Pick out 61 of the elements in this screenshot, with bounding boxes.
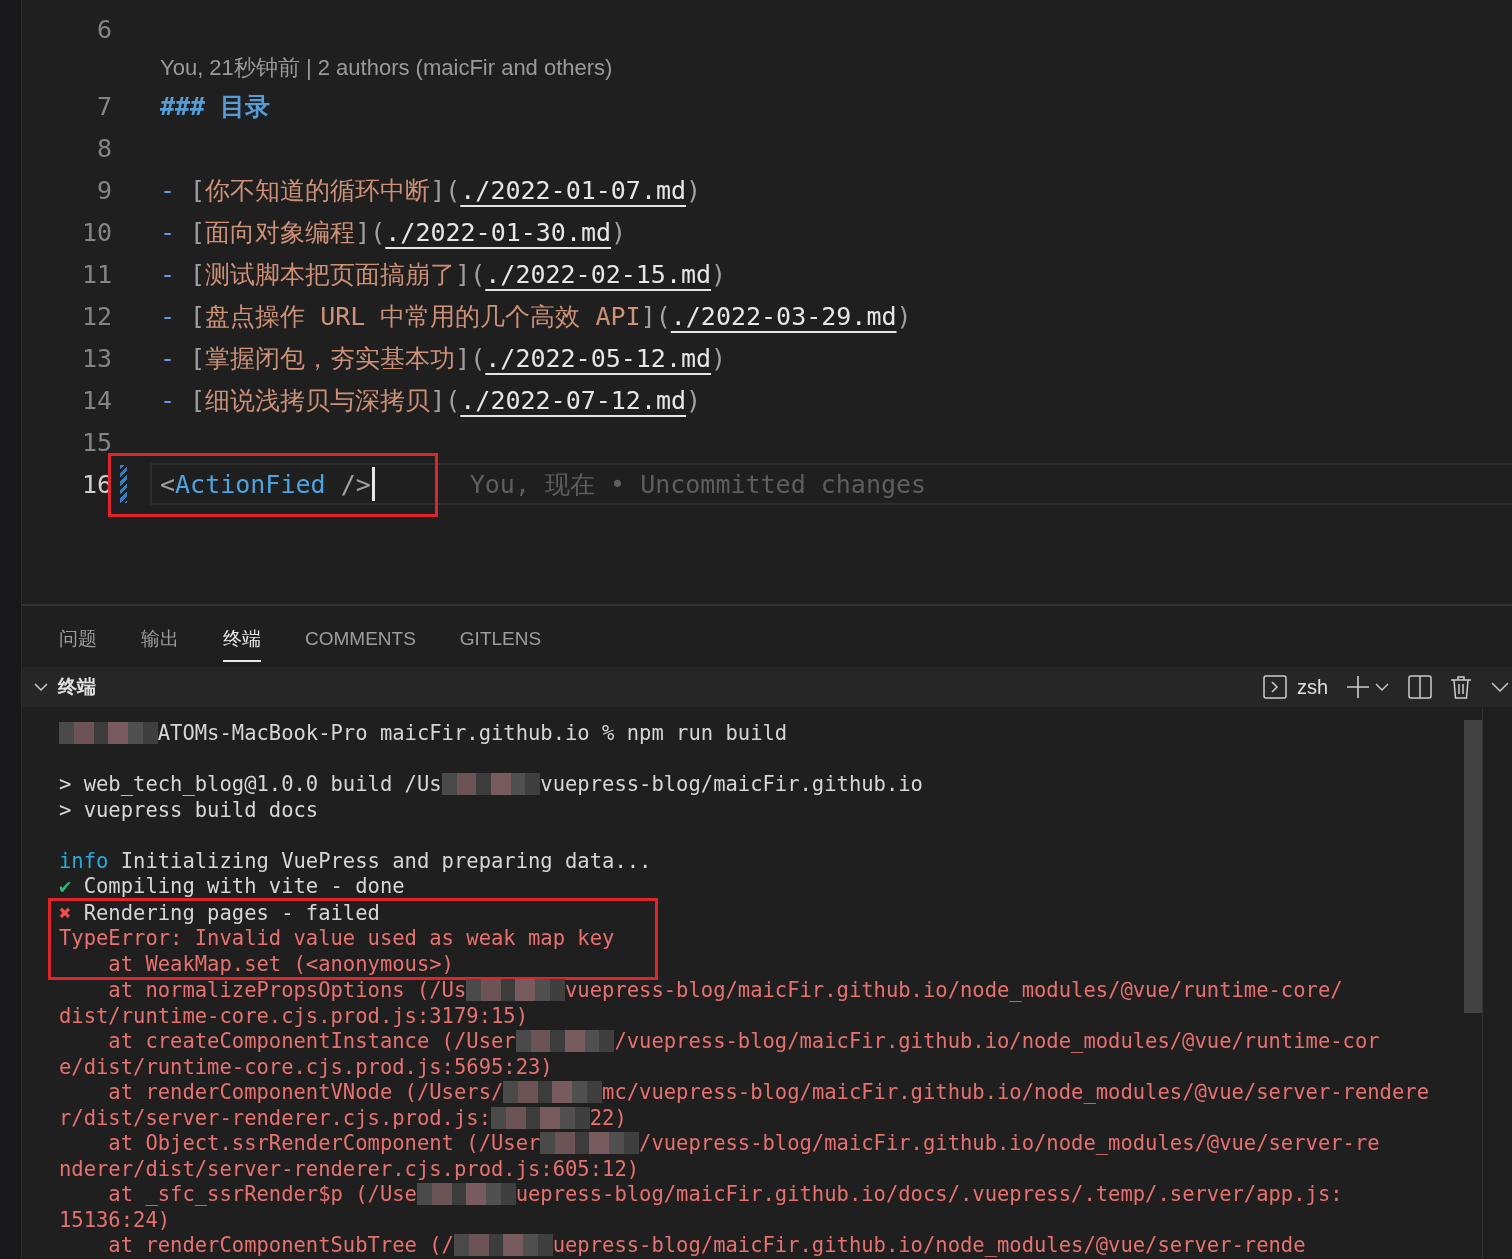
terminal-text: mc/vuepress-blog/maicFir.github.io/node_modules/@vue/server-rendere bbox=[602, 1080, 1429, 1104]
shell-name[interactable]: zsh bbox=[1296, 675, 1328, 699]
code-line: - [盘点操作 URL 中常用的几个高效 API](./2022-03-29.md) bbox=[160, 300, 912, 333]
panel-tab[interactable]: 输出 bbox=[141, 617, 179, 662]
terminal-text: uepress-blog/maicFir.github.io/node_modules/@vue/server-rende bbox=[552, 1233, 1306, 1257]
line-number: 9 bbox=[95, 175, 112, 205]
panel-tab[interactable]: COMMENTS bbox=[305, 619, 416, 660]
line-number: 12 bbox=[80, 301, 112, 331]
line-number: 13 bbox=[80, 343, 112, 373]
inline-blame: You, 现在 • Uncommitted changes bbox=[469, 468, 927, 501]
terminal-text: at normalizePropsOptions (/Us bbox=[107, 978, 467, 1002]
line-number: 8 bbox=[95, 133, 112, 163]
codelens-text[interactable]: You, 21秒钟前 | 2 authors (maicFir and others) bbox=[160, 52, 613, 83]
terminal-line: 15136:24) bbox=[59, 1207, 172, 1233]
terminal-icon[interactable] bbox=[1262, 675, 1287, 699]
terminal-line: e/dist/runtime-core.cjs.prod.js:5695:23) bbox=[59, 1054, 554, 1080]
terminal-text: /vuepress-blog/maicFir.github.io/node_modules/@vue/runtime-cor bbox=[614, 1029, 1380, 1053]
plus-icon[interactable] bbox=[1346, 675, 1370, 699]
text-cursor bbox=[371, 467, 375, 501]
terminal-text: at renderComponentVNode (/Users/ bbox=[107, 1080, 504, 1104]
code-line: - [细说浅拷贝与深拷贝](./2022-07-12.md) bbox=[160, 384, 702, 417]
terminal-line: at WeakMap.set (<anonymous>) bbox=[107, 951, 455, 977]
terminal-line: > vuepress build docs bbox=[59, 797, 320, 823]
terminal-text: at Object.ssrRenderComponent (/User bbox=[107, 1131, 541, 1155]
terminal-line: ✖ Rendering pages - failed bbox=[59, 900, 381, 926]
line-number: 11 bbox=[80, 259, 112, 289]
terminal-line: dist/runtime-core.cjs.prod.js:3179:15) bbox=[59, 1003, 529, 1029]
terminal-text: > web_tech_blog@1.0.0 build /Us bbox=[59, 772, 442, 796]
terminal-text: vuepress-blog/maicFir.github.io bbox=[540, 772, 923, 796]
terminal-text: uepress-blog/maicFir.github.io/docs/.vuepress/.temp/.server/app.js: bbox=[515, 1182, 1343, 1206]
terminal-text: vuepress-blog/maicFir.github.io/node_modules/@vue/runtime-core/ bbox=[565, 978, 1343, 1002]
line-number: 14 bbox=[80, 385, 112, 415]
terminal-text: ATOMs-MacBook-Pro maicFir.github.io % npm run build bbox=[157, 721, 788, 745]
panel-tab[interactable]: 问题 bbox=[59, 617, 97, 662]
code-line: ### 目录 bbox=[160, 90, 271, 123]
terminal-text: at _sfc_ssrRender$p (/Use bbox=[107, 1182, 417, 1206]
code-line: - [掌握闭包，夯实基本功](./2022-05-12.md) bbox=[160, 342, 727, 375]
terminal-text: at renderComponentSubTree (/ bbox=[107, 1233, 454, 1257]
terminal-text: /vuepress-blog/maicFir.github.io/node_modules/@vue/server-re bbox=[639, 1131, 1380, 1155]
terminal-text: 22) bbox=[589, 1105, 627, 1130]
line-number: 7 bbox=[95, 91, 112, 121]
terminal-text: at createComponentInstance (/User bbox=[107, 1029, 516, 1053]
terminal-line: info Initializing VuePress and preparing data... bbox=[59, 848, 653, 874]
code-line: <ActionFied /> bbox=[160, 469, 371, 499]
git-change-marker[interactable] bbox=[120, 465, 127, 503]
section-title: 终端 bbox=[58, 675, 96, 699]
terminal-line: TypeError: Invalid value used as weak map key bbox=[59, 926, 616, 952]
line-number: 10 bbox=[80, 217, 112, 247]
panel-tab[interactable]: 终端 bbox=[223, 617, 261, 662]
scrollbar-thumb[interactable] bbox=[1464, 720, 1482, 1013]
line-number: 6 bbox=[95, 14, 112, 44]
code-line: - [你不知道的循环中断](./2022-01-07.md) bbox=[160, 174, 702, 207]
panel-tab[interactable]: GITLENS bbox=[459, 619, 542, 660]
line-number: 15 bbox=[80, 427, 112, 457]
split-icon[interactable] bbox=[1408, 675, 1432, 699]
code-line: - [测试脚本把页面搞崩了](./2022-02-15.md) bbox=[160, 258, 727, 291]
terminal-line: ✔ Compiling with vite - done bbox=[59, 874, 406, 900]
terminal-line: nderer/dist/server-renderer.cjs.prod.js:605:12) bbox=[59, 1156, 641, 1182]
trash-icon[interactable] bbox=[1450, 675, 1472, 699]
code-line: - [面向对象编程](./2022-01-30.md) bbox=[160, 216, 627, 249]
terminal-text: r/dist/server-renderer.cjs.prod.js: bbox=[59, 1105, 491, 1130]
